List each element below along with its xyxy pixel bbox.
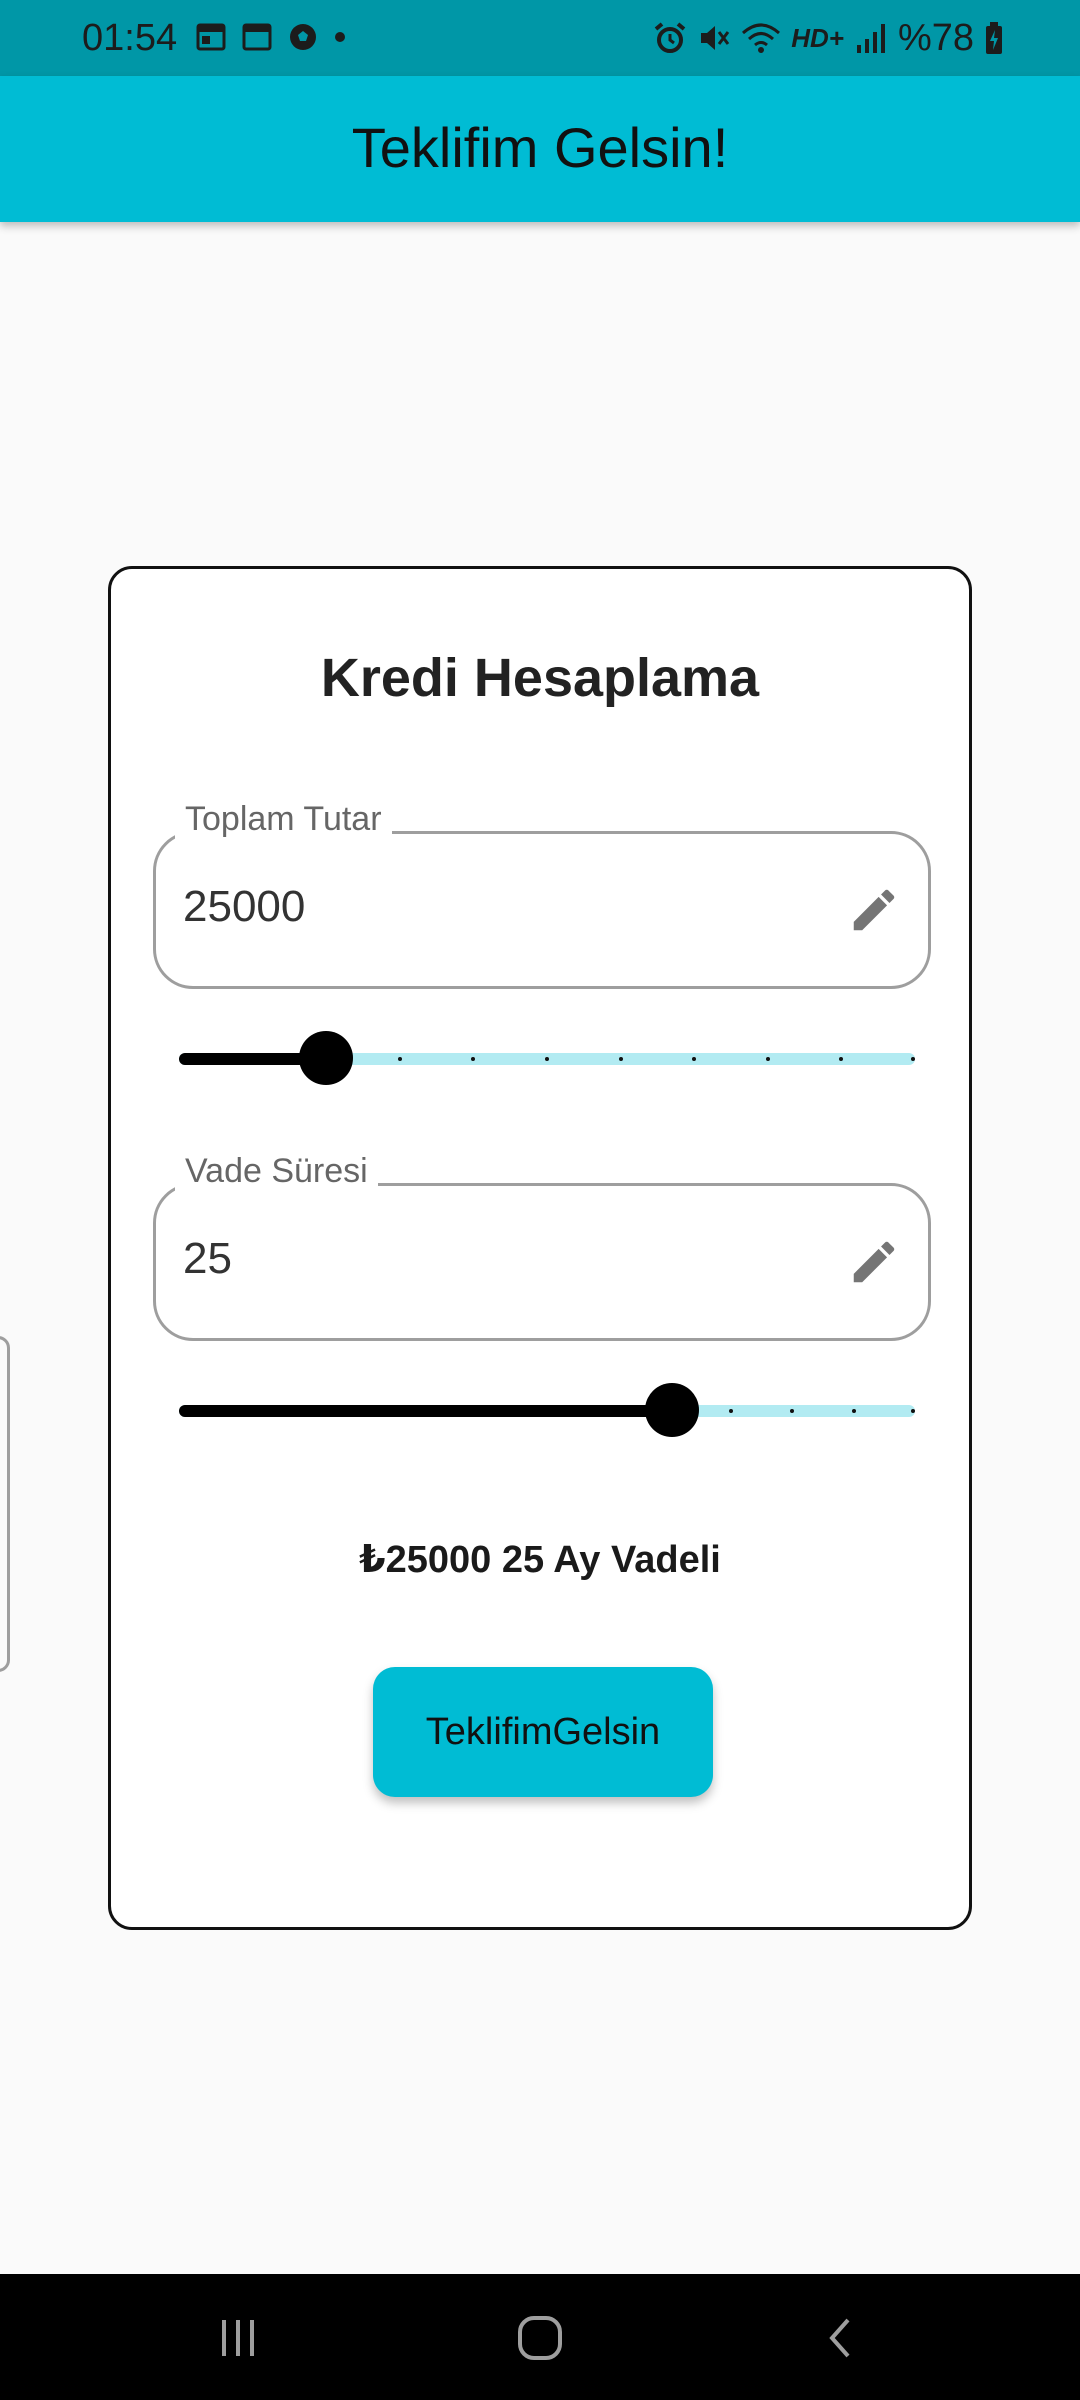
loan-summary: ₺25000 25 Ay Vadeli: [359, 1539, 721, 1581]
status-notification-icons: [196, 22, 346, 52]
back-icon: [829, 2318, 850, 2358]
battery-charging-icon: [986, 22, 1002, 54]
term-slider-active-track: [179, 1405, 672, 1417]
edit-icon[interactable]: [847, 883, 901, 937]
signal-icon: [856, 24, 885, 53]
card-title: Kredi Hesaplama: [320, 648, 760, 708]
app-title: Teklifim Gelsin!: [351, 116, 729, 179]
status-time: 01:54: [82, 17, 178, 59]
amount-slider-thumb[interactable]: [299, 1031, 353, 1085]
slider-tick: [729, 1409, 733, 1413]
loan-calculator-card: Kredi Hesaplama Toplam Tutar 25000 Vade …: [108, 566, 972, 1930]
amount-slider[interactable]: [179, 1029, 915, 1089]
slider-tick: [790, 1409, 794, 1413]
recent-apps-icon: [222, 2320, 254, 2356]
battery-percent: %78: [897, 16, 974, 59]
calendar-icon: [242, 23, 272, 51]
status-bar: 01:54 HD+ %78: [0, 0, 1080, 76]
slider-tick: [692, 1057, 696, 1061]
wifi-icon: [742, 23, 781, 53]
term-field-value[interactable]: 25: [183, 1229, 232, 1289]
back-button[interactable]: [802, 2298, 882, 2378]
slider-tick: [398, 1057, 402, 1061]
slider-tick: [911, 1057, 915, 1061]
alarm-icon: [654, 22, 686, 53]
mute-icon: [701, 26, 730, 50]
soccer-ball-icon: [290, 24, 316, 50]
dot-icon: [335, 32, 345, 42]
term-slider[interactable]: [179, 1381, 915, 1441]
term-field-border: [153, 1183, 931, 1341]
get-offer-button[interactable]: TeklifimGelsin: [373, 1667, 713, 1797]
term-field[interactable]: Vade Süresi 25: [153, 1151, 931, 1341]
term-slider-thumb[interactable]: [645, 1383, 699, 1437]
navigation-bar: [0, 2274, 1080, 2400]
slider-tick: [766, 1057, 770, 1061]
slider-tick: [471, 1057, 475, 1061]
home-button[interactable]: [500, 2298, 580, 2378]
network-type-label: HD+: [791, 22, 844, 53]
status-system-icons: HD+ %78: [653, 12, 1004, 64]
recent-apps-button[interactable]: [198, 2298, 278, 2378]
slider-tick: [545, 1057, 549, 1061]
slider-tick: [911, 1409, 915, 1413]
side-panel-edge[interactable]: [0, 1336, 10, 1672]
home-icon: [518, 2316, 562, 2360]
amount-field[interactable]: Toplam Tutar 25000: [153, 799, 931, 989]
amount-field-value[interactable]: 25000: [183, 877, 305, 937]
term-field-label: Vade Süresi: [175, 1151, 378, 1191]
edit-icon[interactable]: [847, 1235, 901, 1289]
slider-tick: [839, 1057, 843, 1061]
app-bar: Teklifim Gelsin!: [0, 76, 1080, 222]
amount-field-label: Toplam Tutar: [175, 799, 392, 839]
slider-tick: [852, 1409, 856, 1413]
calendar-icon: [196, 23, 226, 51]
slider-tick: [619, 1057, 623, 1061]
